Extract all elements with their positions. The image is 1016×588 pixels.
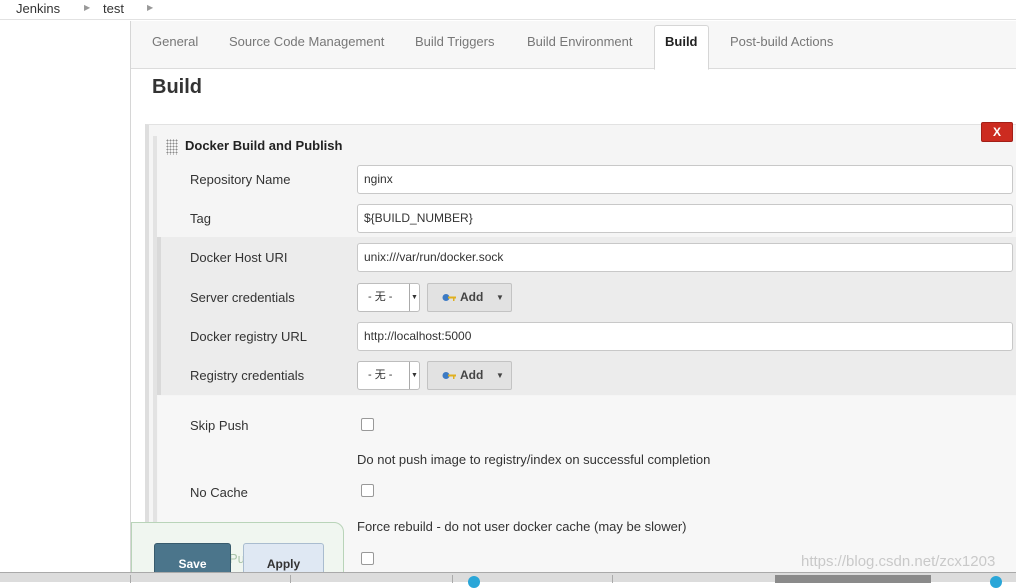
caret-down-icon: ▼ bbox=[496, 293, 504, 302]
breadcrumb-item-jenkins[interactable]: Jenkins bbox=[16, 1, 60, 16]
server-credentials-add-button[interactable]: Add ▼ bbox=[427, 283, 512, 312]
docker-registry-url-input[interactable]: http://localhost:5000 bbox=[357, 322, 1013, 351]
tray-icon[interactable] bbox=[990, 576, 1002, 588]
caret-down-icon: ▼ bbox=[496, 371, 504, 380]
side-panel bbox=[0, 21, 131, 572]
skip-push-label: Skip Push bbox=[190, 418, 249, 433]
browser-icon[interactable] bbox=[468, 576, 480, 588]
registry-credentials-add-button[interactable]: Add ▼ bbox=[427, 361, 512, 390]
tab-general[interactable]: General bbox=[152, 34, 198, 49]
tab-build[interactable]: Build bbox=[654, 25, 709, 70]
server-credentials-label: Server credentials bbox=[190, 290, 295, 305]
docker-registry-url-label: Docker registry URL bbox=[190, 329, 308, 344]
add-button-label: Add bbox=[460, 368, 484, 382]
skip-push-checkbox[interactable] bbox=[361, 418, 374, 431]
chevron-down-icon: ▼ bbox=[409, 362, 419, 389]
repository-name-input[interactable]: nginx bbox=[357, 165, 1013, 194]
key-icon bbox=[442, 372, 456, 379]
tab-source-code-management[interactable]: Source Code Management bbox=[229, 34, 384, 49]
server-credentials-selected: - 无 - bbox=[368, 291, 393, 303]
tab-post-build-actions[interactable]: Post-build Actions bbox=[730, 34, 833, 49]
build-step-title: Docker Build and Publish bbox=[185, 138, 343, 153]
registry-credentials-label: Registry credentials bbox=[190, 368, 305, 383]
no-cache-label: No Cache bbox=[190, 485, 248, 500]
chevron-down-icon: ▼ bbox=[409, 284, 419, 311]
registry-credentials-selected: - 无 - bbox=[368, 369, 393, 381]
add-button-label: Add bbox=[460, 290, 484, 304]
tab-build-environment[interactable]: Build Environment bbox=[527, 34, 633, 49]
registry-credentials-select[interactable]: - 无 - ▼ bbox=[357, 361, 420, 390]
next-option-checkbox[interactable] bbox=[361, 552, 374, 565]
repository-name-label: Repository Name bbox=[190, 172, 291, 187]
os-taskbar bbox=[0, 572, 1016, 588]
no-cache-description: Force rebuild - do not user docker cache… bbox=[357, 519, 687, 534]
server-credentials-select[interactable]: - 无 - ▼ bbox=[357, 283, 420, 312]
docker-host-uri-label: Docker Host URI bbox=[190, 250, 288, 265]
key-icon bbox=[442, 294, 456, 301]
tab-build-triggers[interactable]: Build Triggers bbox=[415, 34, 494, 49]
section-title: Build bbox=[152, 76, 202, 98]
no-cache-checkbox[interactable] bbox=[361, 484, 374, 497]
watermark: https://blog.csdn.net/zcx1203 bbox=[801, 553, 996, 570]
tag-input[interactable]: ${BUILD_NUMBER} bbox=[357, 204, 1013, 233]
docker-host-uri-input[interactable]: unix:///var/run/docker.sock bbox=[357, 243, 1013, 272]
breadcrumb: Jenkins ▶ test ▶ bbox=[0, 0, 1016, 20]
tag-label: Tag bbox=[190, 211, 211, 226]
drag-handle-icon[interactable] bbox=[166, 139, 178, 155]
delete-step-button[interactable]: X bbox=[981, 122, 1013, 142]
breadcrumb-item-test[interactable]: test bbox=[103, 1, 124, 16]
breadcrumb-separator-icon: ▶ bbox=[84, 3, 91, 12]
skip-push-description: Do not push image to registry/index on s… bbox=[357, 452, 711, 467]
breadcrumb-separator-icon: ▶ bbox=[147, 3, 154, 12]
